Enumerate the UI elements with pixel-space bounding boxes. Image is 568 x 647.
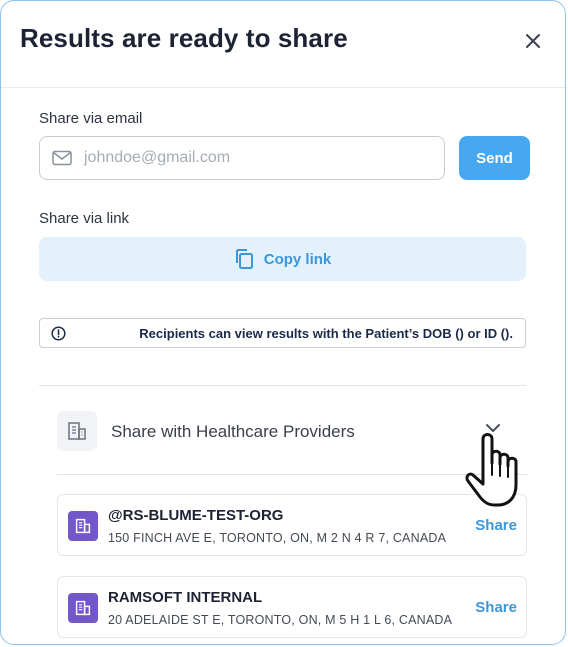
email-input[interactable] [82,148,426,168]
notice-text: Recipients can view results with the Pat… [139,326,513,341]
copy-link-button[interactable]: Copy link [39,237,526,281]
building-icon [68,511,98,541]
dialog-title: Results are ready to share [20,23,348,53]
provider-name: @RS-BLUME-TEST-ORG [108,507,284,524]
building-icon [68,593,98,623]
share-provider-button[interactable]: Share [475,517,517,534]
close-icon [525,33,541,49]
provider-address: 150 FINCH AVE E, TORONTO, ON, M 2 N 4 R … [108,531,447,545]
provider-card: RAMSOFT INTERNAL 20 ADELAIDE ST E, TORON… [57,576,527,638]
provider-address: 20 ADELAIDE ST E, TORONTO, ON, M 5 H 1 L… [108,613,453,627]
providers-divider [57,474,527,475]
mail-icon [52,150,72,166]
provider-name: RAMSOFT INTERNAL [108,589,263,606]
building-icon [57,411,97,451]
privacy-notice: Recipients can view results with the Pat… [39,318,526,348]
share-provider-button[interactable]: Share [475,599,517,616]
healthcare-providers-toggle[interactable]: Share with Healthcare Providers [57,411,527,451]
providers-label: Share with Healthcare Providers [111,422,355,441]
section-divider [39,385,526,386]
send-button[interactable]: Send [459,136,530,180]
link-section-label: Share via link [39,210,130,227]
info-icon [51,326,66,341]
email-section-label: Share via email [39,110,143,127]
copy-link-label: Copy link [263,250,332,268]
copy-icon [234,248,254,270]
dialog-header: Results are ready to share [1,1,565,88]
provider-card: @RS-BLUME-TEST-ORG 150 FINCH AVE E, TORO… [57,494,527,556]
chevron-down-icon[interactable] [485,423,501,433]
email-field[interactable] [39,136,445,180]
close-button[interactable] [521,29,545,53]
share-results-dialog: Results are ready to share Share via ema… [0,0,566,645]
